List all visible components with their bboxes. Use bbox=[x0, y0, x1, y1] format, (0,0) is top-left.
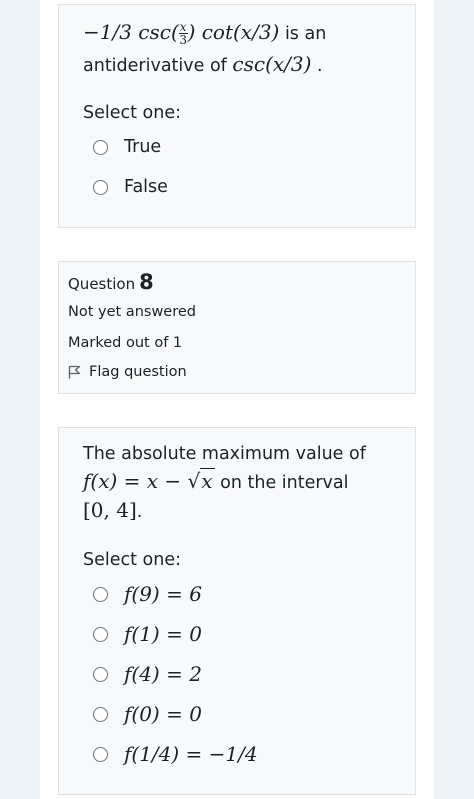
marks-info: Marked out of 1 bbox=[68, 335, 183, 351]
fraction-x-over-3: x3 bbox=[178, 20, 188, 47]
prompt-text: antiderivative of bbox=[83, 56, 227, 76]
option-3[interactable]: f(4) = 2 bbox=[93, 660, 202, 688]
question-7-prompt: −1/3 csc(x 3) cot(x/3) is an antiderivati… bbox=[83, 20, 327, 76]
select-one-label: Select one: bbox=[83, 103, 182, 123]
radio-button[interactable] bbox=[93, 586, 108, 602]
select-one-label: Select one: bbox=[83, 550, 182, 570]
question-7-card: −1/3 csc(x 3) cot(x/3) is an antiderivati… bbox=[58, 4, 416, 228]
option-1[interactable]: f(9) = 6 bbox=[93, 580, 202, 608]
radio-button[interactable] bbox=[93, 626, 108, 642]
radio-button[interactable] bbox=[93, 179, 108, 195]
question-8-prompt: The absolute maximum value of f(x) = x −… bbox=[83, 444, 366, 522]
csc-expression: csc(x/3) bbox=[232, 52, 312, 76]
radio-button[interactable] bbox=[93, 139, 108, 155]
flag-question-link[interactable]: Flag question bbox=[68, 364, 187, 380]
interval-expression: [0, 4] bbox=[83, 498, 137, 522]
answer-status: Not yet answered bbox=[68, 304, 196, 320]
option-5[interactable]: f(1/4) = −1/4 bbox=[93, 740, 258, 768]
question-number-heading: Question 8 bbox=[68, 270, 154, 294]
question-info-panel: Question 8 Not yet answered Marked out of… bbox=[58, 261, 416, 394]
option-2[interactable]: f(1) = 0 bbox=[93, 620, 202, 648]
option-4[interactable]: f(0) = 0 bbox=[93, 700, 202, 728]
function-expression: f(x) = x − √x bbox=[83, 468, 215, 493]
csc-cot-expression: −1/3 csc(x 3) cot(x/3) bbox=[83, 20, 280, 47]
radio-button[interactable] bbox=[93, 666, 108, 682]
radio-button[interactable] bbox=[93, 706, 108, 722]
prompt-text: is an bbox=[284, 24, 327, 44]
option-true[interactable]: True bbox=[93, 133, 161, 161]
flag-icon bbox=[68, 365, 81, 379]
radio-button[interactable] bbox=[93, 746, 108, 762]
option-false[interactable]: False bbox=[93, 173, 168, 201]
question-8-card: The absolute maximum value of f(x) = x −… bbox=[58, 427, 416, 795]
